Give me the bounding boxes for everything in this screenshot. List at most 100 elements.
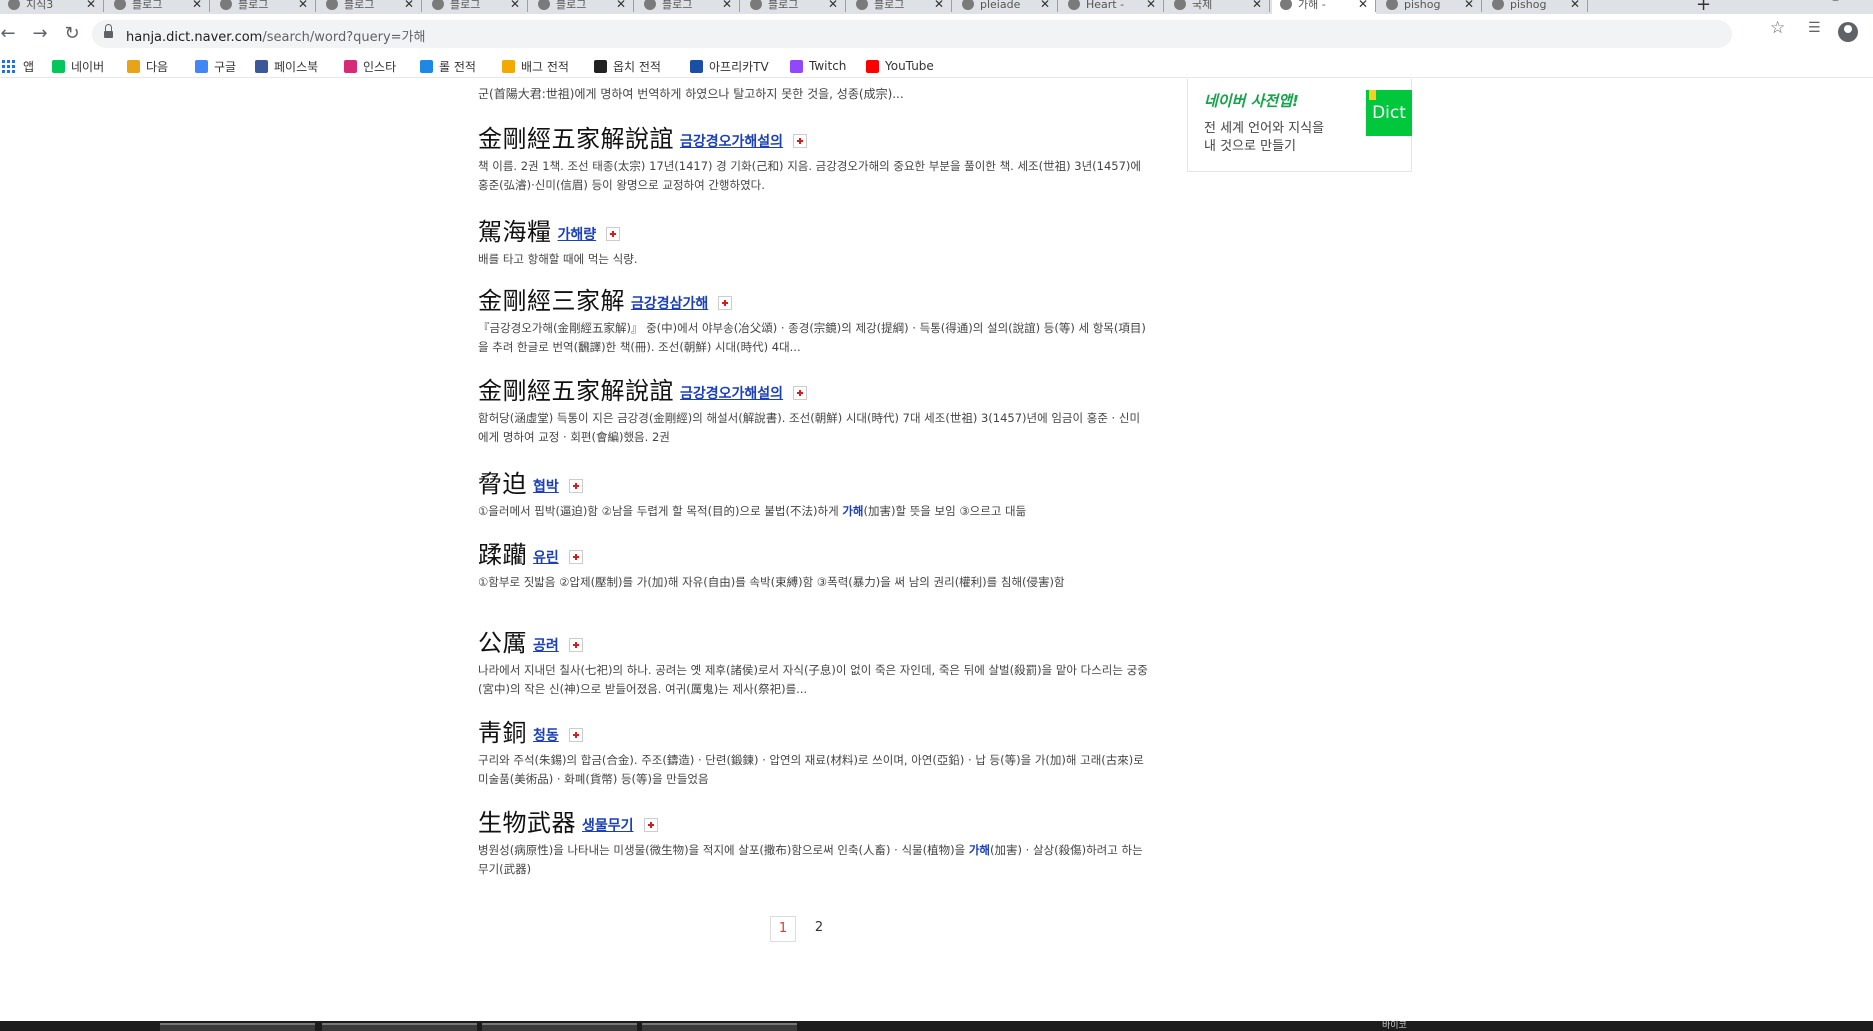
bookmark-google[interactable]: 구글 <box>195 58 236 74</box>
tab-close-icon[interactable]: ✕ <box>934 0 944 11</box>
new-tab-button[interactable]: + <box>1696 0 1711 14</box>
tab-close-icon[interactable]: ✕ <box>616 0 626 11</box>
taskbar-item[interactable] <box>160 1023 315 1031</box>
browser-tab[interactable]: 블로그 ✕ <box>742 0 846 14</box>
entry-header: 靑銅 청동 <box>478 719 1150 747</box>
bookmark-label: 아프리카TV <box>709 59 769 74</box>
window-minimize-icon[interactable]: – <box>1832 0 1839 8</box>
bookmark-star-icon[interactable]: ☆ <box>1770 18 1785 38</box>
tab-close-icon[interactable]: ✕ <box>86 0 96 11</box>
taskbar-item[interactable] <box>642 1023 797 1031</box>
tab-close-icon[interactable]: ✕ <box>404 0 414 11</box>
tab-close-icon[interactable]: ✕ <box>1358 0 1368 11</box>
add-to-wordbook-plus-icon[interactable] <box>568 479 583 493</box>
lock-icon[interactable] <box>104 24 113 39</box>
tab-close-icon[interactable]: ✕ <box>192 0 202 11</box>
tab-favicon-icon <box>856 0 868 10</box>
profile-avatar-icon[interactable] <box>1838 22 1858 42</box>
bookmark-apps-grid[interactable]: 앱 <box>2 58 34 74</box>
tab-close-icon[interactable]: ✕ <box>828 0 838 11</box>
tab-close-icon[interactable]: ✕ <box>1146 0 1156 11</box>
entry-reading-link[interactable]: 생물무기 <box>582 815 634 835</box>
page-link[interactable]: 1 <box>770 916 796 942</box>
browser-tab[interactable]: 국제 ✕ <box>1166 0 1270 14</box>
bookmark-daum[interactable]: 다음 <box>127 58 168 74</box>
entry-reading-link[interactable]: 공려 <box>533 635 559 655</box>
bookmark-instagram[interactable]: 인스타 <box>344 58 396 74</box>
bookmark-youtube[interactable]: YouTube <box>866 58 934 74</box>
browser-tab[interactable]: 블로그 ✕ <box>636 0 740 14</box>
add-to-wordbook-plus-icon[interactable] <box>568 638 583 652</box>
entry-reading-link[interactable]: 금강경삼가해 <box>631 293 708 313</box>
page-link[interactable]: 2 <box>806 916 832 942</box>
dict-app-logo[interactable]: Dict <box>1366 90 1412 136</box>
bookmark-twitch[interactable]: Twitch <box>790 58 846 74</box>
bookmark-label: 롤 전적 <box>439 59 476 74</box>
reload-icon[interactable]: ↻ <box>60 22 84 46</box>
back-arrow-icon[interactable]: ← <box>0 22 20 46</box>
tab-favicon-icon <box>1280 0 1292 10</box>
tab-close-icon[interactable]: ✕ <box>1570 0 1580 11</box>
youtube-icon <box>866 59 879 73</box>
entry-reading-link[interactable]: 가해량 <box>558 224 597 244</box>
tab-close-icon[interactable]: ✕ <box>510 0 520 11</box>
tab-divider <box>103 0 104 12</box>
browser-tab[interactable]: 블로그 ✕ <box>318 0 422 14</box>
browser-tab[interactable]: Heart - ✕ <box>1060 0 1164 14</box>
browser-tab[interactable]: 블로그 ✕ <box>212 0 316 14</box>
add-to-wordbook-plus-icon[interactable] <box>718 296 733 310</box>
apps-grid-icon <box>2 59 15 73</box>
add-to-wordbook-plus-icon[interactable] <box>643 818 658 832</box>
tab-close-icon[interactable]: ✕ <box>1252 0 1262 11</box>
add-to-wordbook-plus-icon[interactable] <box>793 134 808 148</box>
browser-tab[interactable]: 블로그 ✕ <box>530 0 634 14</box>
bookmark-pubg[interactable]: 배그 전적 <box>502 58 569 74</box>
entry-reading-link[interactable]: 협박 <box>533 476 559 496</box>
entry-reading-link[interactable]: 금강경오가해설의 <box>680 383 783 403</box>
forward-arrow-icon[interactable]: → <box>28 22 52 46</box>
browser-tab[interactable]: pishog ✕ <box>1484 0 1588 14</box>
reading-list-icon[interactable]: ☰ <box>1808 20 1821 36</box>
address-bar[interactable]: hanja.dict.naver.com/search/word?query=가… <box>92 20 1732 48</box>
browser-tab[interactable]: 블로그 ✕ <box>106 0 210 14</box>
tab-close-icon[interactable]: ✕ <box>298 0 308 11</box>
tab-close-icon[interactable]: ✕ <box>1464 0 1474 11</box>
bookmark-afreecatv[interactable]: 아프리카TV <box>690 58 769 74</box>
entry-header: 駕海糧 가해량 <box>478 218 1150 246</box>
entry-reading-link[interactable]: 유린 <box>533 547 559 567</box>
query-highlight: 가해 <box>968 843 991 857</box>
tab-divider <box>951 0 952 12</box>
url-text[interactable]: hanja.dict.naver.com/search/word?query=가… <box>126 26 425 45</box>
entry-reading-link[interactable]: 청동 <box>533 725 559 745</box>
tab-close-icon[interactable]: ✕ <box>1040 0 1050 11</box>
add-to-wordbook-plus-icon[interactable] <box>606 227 621 241</box>
bookmark-naver[interactable]: 네이버 <box>52 58 104 74</box>
taskbar-item[interactable] <box>482 1023 637 1031</box>
tab-label: 블로그 <box>238 0 269 11</box>
add-to-wordbook-plus-icon[interactable] <box>793 386 808 400</box>
browser-tab[interactable]: 블로그 ✕ <box>848 0 952 14</box>
taskbar-item[interactable] <box>322 1023 477 1031</box>
browser-tab[interactable]: pleiade ✕ <box>954 0 1058 14</box>
browser-tab[interactable]: pishog ✕ <box>1378 0 1482 14</box>
result-entry: 公厲 공려 나라에서 지내던 칠사(七祀)의 하나. 공려는 옛 제후(諸侯)로서 … <box>478 629 1150 699</box>
browser-tab[interactable]: 지식3 ✕ <box>0 0 104 14</box>
browser-toolbar: ← → ↻ hanja.dict.naver.com/search/word?q… <box>0 14 1873 54</box>
add-to-wordbook-plus-icon[interactable] <box>568 728 583 742</box>
add-to-wordbook-plus-icon[interactable] <box>568 550 583 564</box>
bookmark-facebook[interactable]: 페이스북 <box>255 58 318 74</box>
tab-close-icon[interactable]: ✕ <box>722 0 732 11</box>
bookmark-overwatch[interactable]: 옵치 전적 <box>594 58 661 74</box>
browser-tab[interactable]: 블로그 ✕ <box>424 0 528 14</box>
dict-app-promo[interactable]: 네이버 사전앱! 전 세계 언어와 지식을 내 것으로 만들기 Dict <box>1187 79 1412 172</box>
bookmark-ribbon-icon <box>1369 90 1376 100</box>
tab-label: 국제 <box>1192 0 1213 11</box>
entry-reading-link[interactable]: 금강경오가해설의 <box>680 131 783 151</box>
browser-tab[interactable]: 가해 - ✕ <box>1272 0 1376 14</box>
promo-line-1: 전 세계 언어와 지식을 <box>1204 121 1325 136</box>
entry-header: 金剛經五家解說誼 금강경오가해설의 <box>478 125 1150 153</box>
tab-favicon-icon <box>220 0 232 10</box>
entry-header: 生物武器 생물무기 <box>478 809 1150 837</box>
tab-label: 블로그 <box>344 0 375 11</box>
bookmark-opgg[interactable]: 롤 전적 <box>420 58 476 74</box>
